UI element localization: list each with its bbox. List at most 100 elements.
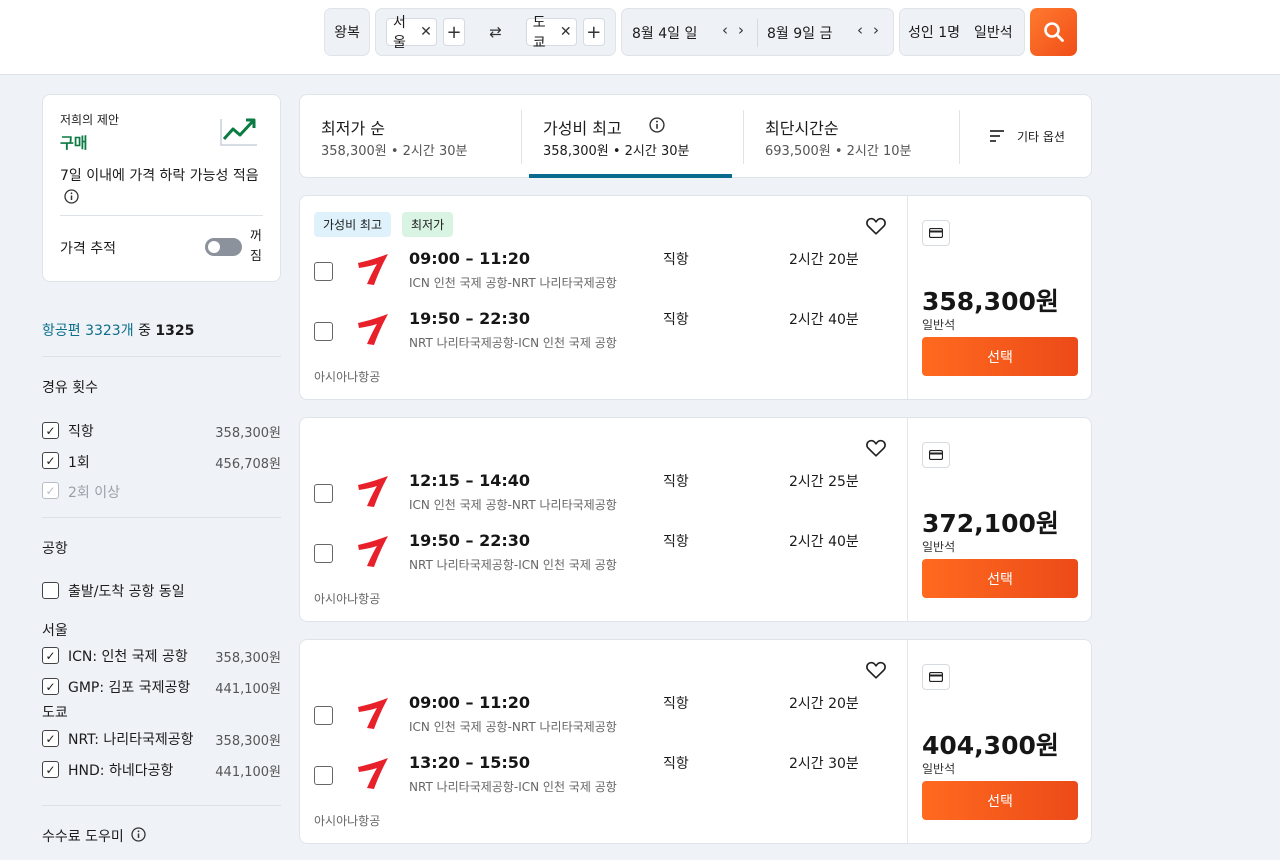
- result-count: 항공편 3323개 중 1325: [42, 320, 194, 340]
- heart-icon[interactable]: [865, 215, 887, 237]
- stops-one-label: 1회: [68, 455, 90, 471]
- select-button[interactable]: 선택: [922, 337, 1078, 376]
- select-button[interactable]: 선택: [922, 781, 1078, 820]
- depart-date[interactable]: 8월 4일 일: [632, 23, 697, 43]
- add-destination-button[interactable]: +: [582, 18, 606, 46]
- heart-icon[interactable]: [865, 659, 887, 681]
- leg-times: 13:20 – 15:50: [409, 753, 530, 772]
- leg-checkbox[interactable]: [314, 706, 333, 725]
- return-prev-icon[interactable]: ‹: [853, 21, 867, 39]
- leg-duration: 2시간 20분: [789, 252, 859, 268]
- leg-times: 12:15 – 14:40: [409, 471, 530, 490]
- airline-logo: [358, 758, 388, 789]
- stops-one-checkbox[interactable]: ✓: [42, 452, 59, 469]
- credit-card-icon[interactable]: [922, 664, 950, 690]
- leg-checkbox[interactable]: [314, 544, 333, 563]
- result-count-link[interactable]: 항공편 3323개: [42, 323, 134, 339]
- same-airport-label: 출발/도착 공항 동일: [68, 584, 185, 600]
- airport-hnd-checkbox[interactable]: ✓: [42, 761, 59, 778]
- airline-logo: [358, 476, 388, 507]
- sort-fastest-title: 최단시간순: [765, 119, 839, 138]
- depart-next-icon[interactable]: ›: [734, 21, 748, 39]
- leg-checkbox[interactable]: [314, 766, 333, 785]
- origin-label: 서울: [393, 15, 406, 51]
- cabin-class: 일반석: [922, 762, 956, 776]
- trip-type-selector[interactable]: 왕복: [324, 8, 370, 56]
- airline-logo: [358, 254, 388, 285]
- airline-logo: [358, 698, 388, 729]
- result-card[interactable]: 12:15 – 14:40 ICN 인천 국제 공항-NRT 나리타국제공항 직…: [299, 417, 1092, 622]
- leg-times: 09:00 – 11:20: [409, 249, 530, 268]
- sort-best-value[interactable]: 가성비 최고 358,300원 • 2시간 30분: [522, 95, 743, 179]
- leg-checkbox[interactable]: [314, 484, 333, 503]
- select-button[interactable]: 선택: [922, 559, 1078, 598]
- airport-hnd-label: HND: 하네다공항: [68, 763, 174, 779]
- airline-name: 아시아나항공: [314, 592, 381, 606]
- sort-cheapest-summary: 358,300원 • 2시간 30분: [321, 144, 468, 159]
- travelers-selector[interactable]: 성인 1명 일반석: [899, 8, 1025, 56]
- other-options-button[interactable]: 기타 옵션: [960, 95, 1092, 179]
- stops-two-plus-label: 2회 이상: [68, 485, 120, 501]
- leg-duration: 2시간 20분: [789, 696, 859, 712]
- leg-stops: 직항: [663, 252, 689, 268]
- sort-cheapest[interactable]: 최저가 순 358,300원 • 2시간 30분: [300, 95, 521, 179]
- heart-icon[interactable]: [865, 437, 887, 459]
- leg-route: NRT 나리타국제공항-ICN 인천 국제 공항: [409, 336, 617, 350]
- result-card[interactable]: 09:00 – 11:20 ICN 인천 국제 공항-NRT 나리타국제공항 직…: [299, 639, 1092, 844]
- airport-gmp-label: GMP: 김포 국제공항: [68, 680, 191, 696]
- price-column: 404,300원 일반석 선택: [907, 640, 1092, 843]
- add-origin-button[interactable]: +: [442, 18, 466, 46]
- leg-route: NRT 나리타국제공항-ICN 인천 국제 공항: [409, 558, 617, 572]
- stops-two-plus-checkbox[interactable]: ✓: [42, 482, 59, 499]
- leg-route: ICN 인천 국제 공항-NRT 나리타국제공항: [409, 720, 617, 734]
- filter-divider: [42, 517, 281, 518]
- remove-origin-icon[interactable]: ✕: [420, 24, 432, 40]
- same-airport-checkbox[interactable]: [42, 582, 59, 599]
- leg-checkbox[interactable]: [314, 262, 333, 281]
- airport-nrt-price: 358,300원: [215, 734, 281, 749]
- info-icon[interactable]: [131, 827, 146, 842]
- destination-chip[interactable]: 도쿄 ✕: [525, 15, 577, 51]
- return-date[interactable]: 8월 9일 금: [767, 23, 832, 43]
- sort-best-value-summary: 358,300원 • 2시간 30분: [543, 144, 690, 159]
- stops-direct-checkbox[interactable]: ✓: [42, 422, 59, 439]
- cabin-class: 일반석: [922, 318, 956, 332]
- result-count-shown: 1325: [155, 323, 195, 339]
- airport-icn-checkbox[interactable]: ✓: [42, 647, 59, 664]
- tag-best-value: 가성비 최고: [314, 212, 392, 237]
- result-card[interactable]: 가성비 최고 최저가 09:00 – 11:20 ICN 인천 국제 공항-NR…: [299, 195, 1092, 400]
- airport-nrt-checkbox[interactable]: ✓: [42, 730, 59, 747]
- info-icon[interactable]: [649, 117, 665, 133]
- cabin-label: 일반석: [974, 25, 1013, 41]
- leg-duration: 2시간 40분: [789, 534, 859, 550]
- swap-icon[interactable]: ⇄: [485, 23, 506, 41]
- remove-destination-icon[interactable]: ✕: [560, 24, 572, 40]
- return-next-icon[interactable]: ›: [869, 21, 883, 39]
- origin-chip[interactable]: 서울 ✕: [386, 15, 437, 51]
- fee-helper-title[interactable]: 수수료 도우미: [42, 826, 124, 846]
- price-column: 358,300원 일반석 선택: [907, 196, 1092, 399]
- price: 372,100원: [922, 509, 1059, 538]
- search-header: 왕복 서울 ✕ + ⇄ 도쿄 ✕ + 8월 4일 일 ‹ › 8월 9일 금 ‹…: [0, 0, 1280, 75]
- airline-name: 아시아나항공: [314, 814, 381, 828]
- info-icon[interactable]: [64, 189, 79, 204]
- sort-cheapest-title: 최저가 순: [321, 119, 385, 138]
- price-tracking-toggle[interactable]: [205, 238, 242, 256]
- airport-gmp-checkbox[interactable]: ✓: [42, 678, 59, 695]
- sort-best-value-title: 가성비 최고: [543, 119, 622, 138]
- trip-type-label: 왕복: [334, 25, 360, 41]
- sort-fastest[interactable]: 최단시간순 693,500원 • 2시간 10분: [744, 95, 959, 179]
- other-options-label: 기타 옵션: [1017, 130, 1065, 144]
- search-button[interactable]: [1030, 8, 1077, 56]
- depart-prev-icon[interactable]: ‹: [718, 21, 732, 39]
- stops-filter-title: 경유 횟수: [42, 380, 98, 396]
- credit-card-icon[interactable]: [922, 220, 950, 246]
- date-selector: 8월 4일 일 ‹ › 8월 9일 금 ‹ ›: [621, 8, 894, 56]
- advice-verdict: 구매: [60, 134, 88, 152]
- leg-checkbox[interactable]: [314, 322, 333, 341]
- credit-card-icon[interactable]: [922, 442, 950, 468]
- advice-divider: [60, 215, 263, 216]
- price-tracking-label: 가격 추적: [60, 241, 116, 257]
- airports-filter-title: 공항: [42, 541, 68, 557]
- filter-divider: [42, 356, 281, 357]
